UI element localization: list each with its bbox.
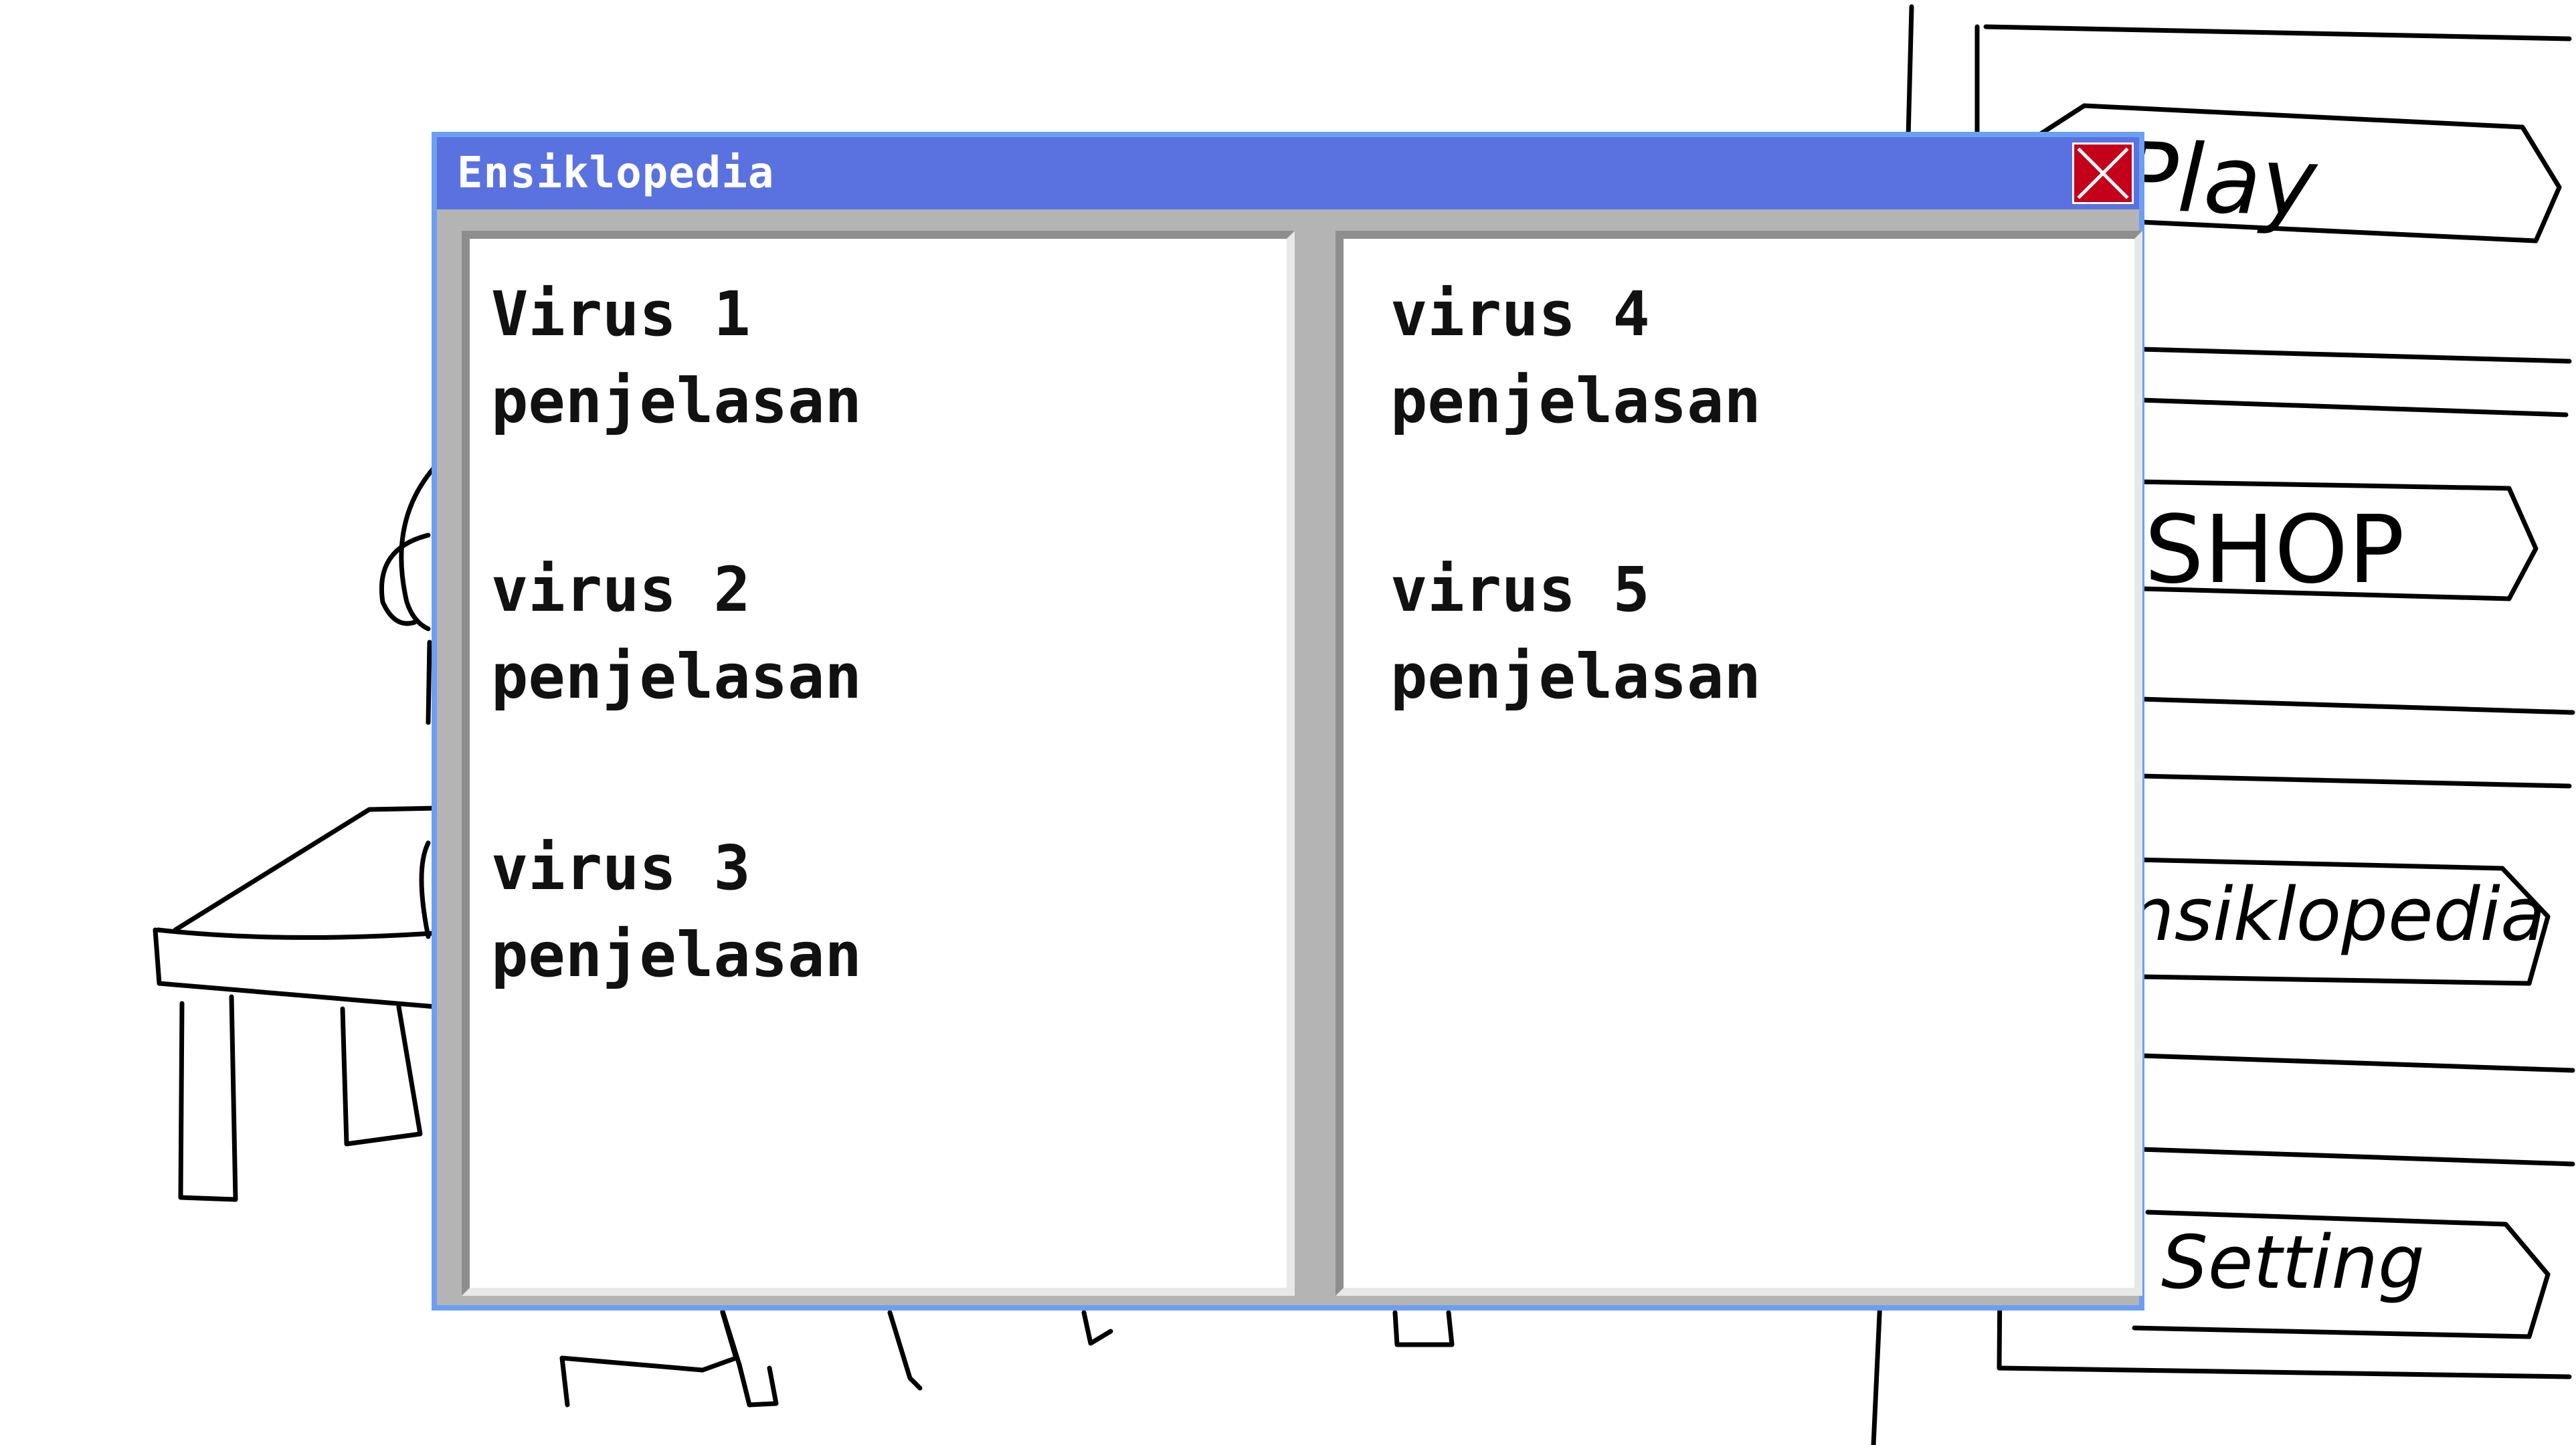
virus-name: Virus 1 — [491, 278, 751, 350]
virus-entry[interactable]: Virus 1 penjelasan — [491, 271, 862, 445]
virus-name: virus 4 — [1390, 278, 1650, 350]
menu-setting-label[interactable]: Setting — [2161, 1220, 2425, 1305]
virus-description: penjelasan — [491, 641, 862, 712]
virus-entry[interactable]: virus 3 penjelasan — [491, 825, 862, 999]
window-title: Ensiklopedia — [457, 149, 775, 198]
close-x-icon — [2077, 147, 2129, 199]
virus-description: penjelasan — [491, 365, 862, 437]
virus-entry[interactable]: virus 5 penjelasan — [1390, 547, 1761, 720]
virus-name: virus 5 — [1390, 554, 1650, 625]
virus-description: penjelasan — [491, 919, 862, 991]
virus-description: penjelasan — [1390, 365, 1761, 437]
virus-entry[interactable]: virus 2 penjelasan — [491, 547, 862, 720]
close-button[interactable] — [2072, 142, 2134, 204]
title-bar[interactable]: Ensiklopedia — [437, 137, 2139, 209]
virus-description: penjelasan — [1390, 641, 1761, 712]
virus-name: virus 2 — [491, 554, 751, 625]
menu-shop-label[interactable]: SHOP — [2144, 496, 2405, 605]
menu-ensiklopedia-label[interactable]: nsiklopedia — [2128, 872, 2545, 957]
encyclopedia-page-right: virus 4 penjelasan virus 5 penjelasan — [1336, 231, 2142, 1296]
encyclopedia-page-left: Virus 1 penjelasan virus 2 penjelasan vi… — [462, 231, 1295, 1296]
menu-play-label[interactable]: Play — [2120, 122, 2320, 238]
ensiklopedia-dialog: Ensiklopedia Virus 1 penjelasan virus 2 … — [432, 132, 2144, 1311]
virus-name: virus 3 — [491, 832, 751, 904]
virus-entry[interactable]: virus 4 penjelasan — [1390, 271, 1761, 445]
